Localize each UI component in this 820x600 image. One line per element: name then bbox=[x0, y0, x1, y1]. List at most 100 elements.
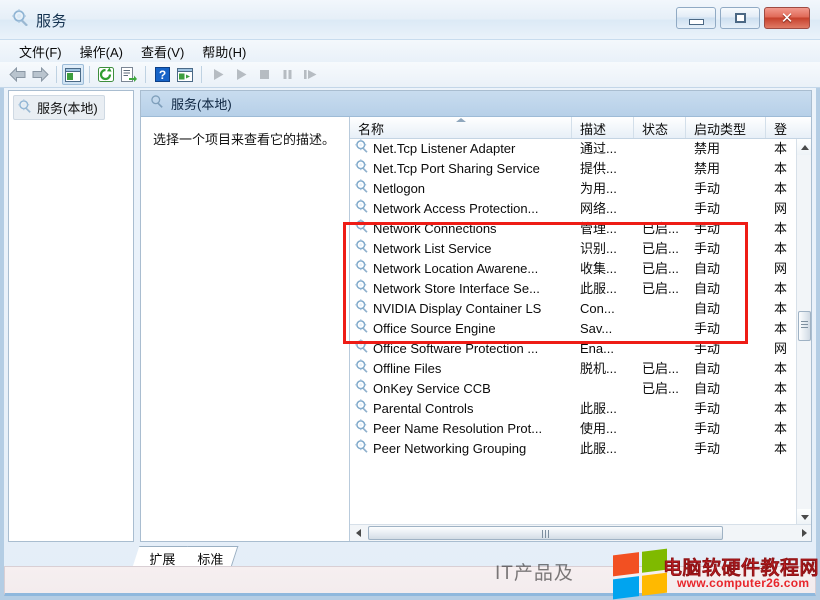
column-log-on-as[interactable]: 登 bbox=[766, 117, 797, 138]
menu-file[interactable]: 文件(F) bbox=[10, 41, 71, 62]
service-gear-icon bbox=[355, 319, 369, 339]
maximize-button[interactable] bbox=[720, 7, 760, 29]
cell-status: 已启... bbox=[634, 379, 686, 399]
svg-text:?: ? bbox=[158, 68, 165, 82]
list-vertical-scrollbar[interactable] bbox=[796, 139, 811, 525]
cell-log-on-as: 网 bbox=[766, 199, 797, 219]
export-list-icon[interactable] bbox=[118, 64, 140, 85]
cell-status: 已启... bbox=[634, 279, 686, 299]
service-gear-icon bbox=[355, 339, 369, 359]
services-gear-icon bbox=[18, 99, 32, 116]
table-row[interactable]: Network Connections管理...已启...手动本 bbox=[350, 219, 797, 239]
result-pane-header: 服务(本地) bbox=[141, 91, 811, 117]
table-row[interactable]: NVIDIA Display Container LSCon...自动本 bbox=[350, 299, 797, 319]
column-description[interactable]: 描述 bbox=[572, 117, 634, 138]
cell-service-name: Network Connections bbox=[350, 219, 572, 239]
cell-description: Con... bbox=[572, 299, 634, 319]
table-row[interactable]: Peer Name Resolution Prot...使用...手动本 bbox=[350, 419, 797, 439]
list-horizontal-scrollbar[interactable] bbox=[350, 524, 811, 541]
tree-item-services-local[interactable]: 服务(本地) bbox=[13, 95, 105, 120]
table-row[interactable]: Network Access Protection...网络...手动网 bbox=[350, 199, 797, 219]
cell-log-on-as: 本 bbox=[766, 439, 797, 459]
column-status[interactable]: 状态 bbox=[634, 117, 686, 138]
table-row[interactable]: Network Location Awarene...收集...已启...自动网 bbox=[350, 259, 797, 279]
service-name-label: Network Connections bbox=[373, 219, 497, 239]
table-row[interactable]: Network Store Interface Se...此服...已启...自… bbox=[350, 279, 797, 299]
cell-startup-type: 手动 bbox=[686, 179, 766, 199]
scroll-down-button[interactable] bbox=[797, 509, 811, 525]
service-name-label: Peer Networking Grouping bbox=[373, 439, 526, 459]
scroll-left-button[interactable] bbox=[350, 525, 366, 541]
help-icon[interactable]: ? bbox=[151, 64, 173, 85]
properties-icon[interactable] bbox=[174, 64, 196, 85]
minimize-icon bbox=[689, 19, 704, 25]
stop-service-icon[interactable] bbox=[253, 64, 275, 85]
service-name-label: Peer Name Resolution Prot... bbox=[373, 419, 542, 439]
chevron-left-icon bbox=[356, 529, 361, 537]
maximize-icon bbox=[735, 13, 746, 23]
table-row[interactable]: Net.Tcp Port Sharing Service提供...禁用本 bbox=[350, 159, 797, 179]
service-gear-icon bbox=[355, 259, 369, 279]
table-row[interactable]: Network List Service识别...已启...手动本 bbox=[350, 239, 797, 259]
horizontal-scroll-thumb[interactable] bbox=[368, 526, 723, 540]
tab-standard[interactable]: 标准 bbox=[181, 546, 239, 567]
menu-view[interactable]: 查看(V) bbox=[132, 41, 193, 62]
cell-service-name: Network Location Awarene... bbox=[350, 259, 572, 279]
cell-log-on-as: 本 bbox=[766, 319, 797, 339]
column-startup-type[interactable]: 启动类型 bbox=[686, 117, 766, 138]
menu-help[interactable]: 帮助(H) bbox=[193, 41, 255, 62]
service-gear-icon bbox=[355, 199, 369, 219]
cell-service-name: Peer Networking Grouping bbox=[350, 439, 572, 459]
back-icon[interactable] bbox=[6, 64, 28, 85]
cell-service-name: Offline Files bbox=[350, 359, 572, 379]
result-pane: 服务(本地) 选择一个项目来查看它的描述。 名称 描述 状态 bbox=[140, 90, 812, 542]
table-row[interactable]: Peer Networking Grouping此服...手动本 bbox=[350, 439, 797, 459]
title-bar-left: 服务 bbox=[12, 9, 67, 31]
refresh-icon[interactable] bbox=[95, 64, 117, 85]
minimize-button[interactable] bbox=[676, 7, 716, 29]
cell-description: 收集... bbox=[572, 259, 634, 279]
services-gear-icon bbox=[150, 94, 164, 113]
table-row[interactable]: Offline Files脱机...已启...自动本 bbox=[350, 359, 797, 379]
service-name-label: Office Software Protection ... bbox=[373, 339, 538, 359]
window-controls: ✕ bbox=[676, 7, 810, 29]
cell-service-name: Network Store Interface Se... bbox=[350, 279, 572, 299]
service-gear-icon bbox=[355, 379, 369, 399]
scroll-up-button[interactable] bbox=[797, 139, 811, 155]
cell-startup-type: 手动 bbox=[686, 199, 766, 219]
cell-startup-type: 手动 bbox=[686, 219, 766, 239]
forward-icon[interactable] bbox=[29, 64, 51, 85]
pause-service-icon[interactable] bbox=[276, 64, 298, 85]
toolbar-separator-3 bbox=[145, 66, 146, 83]
service-gear-icon bbox=[355, 139, 369, 159]
column-name[interactable]: 名称 bbox=[350, 117, 572, 138]
close-button[interactable]: ✕ bbox=[764, 7, 810, 29]
service-gear-icon bbox=[355, 439, 369, 459]
start-service-icon[interactable] bbox=[207, 64, 229, 85]
cell-description: Sav... bbox=[572, 319, 634, 339]
table-row[interactable]: Parental Controls此服...手动本 bbox=[350, 399, 797, 419]
table-row[interactable]: Office Software Protection ...Ena...手动网 bbox=[350, 339, 797, 359]
resume-service-icon[interactable] bbox=[230, 64, 252, 85]
scroll-right-button[interactable] bbox=[796, 525, 811, 541]
cell-service-name: Net.Tcp Listener Adapter bbox=[350, 139, 572, 159]
table-row[interactable]: Net.Tcp Listener Adapter通过...禁用本 bbox=[350, 139, 797, 159]
menu-action[interactable]: 操作(A) bbox=[71, 41, 132, 62]
restart-service-icon[interactable] bbox=[299, 64, 321, 85]
toolbar-separator-2 bbox=[89, 66, 90, 83]
cell-description: 管理... bbox=[572, 219, 634, 239]
table-row[interactable]: Office Source EngineSav...手动本 bbox=[350, 319, 797, 339]
service-gear-icon bbox=[355, 239, 369, 259]
vertical-scroll-thumb[interactable] bbox=[798, 311, 811, 341]
service-gear-icon bbox=[355, 279, 369, 299]
service-name-label: Network Access Protection... bbox=[373, 199, 538, 219]
window-title: 服务 bbox=[36, 10, 67, 31]
chevron-down-icon bbox=[801, 515, 809, 520]
table-row[interactable]: OnKey Service CCB已启...自动本 bbox=[350, 379, 797, 399]
cell-log-on-as: 网 bbox=[766, 339, 797, 359]
cell-service-name: OnKey Service CCB bbox=[350, 379, 572, 399]
show-hide-tree-icon[interactable] bbox=[62, 64, 84, 85]
cell-log-on-as: 本 bbox=[766, 279, 797, 299]
table-row[interactable]: Netlogon为用...手动本 bbox=[350, 179, 797, 199]
scroll-thumb-grip bbox=[542, 530, 549, 538]
